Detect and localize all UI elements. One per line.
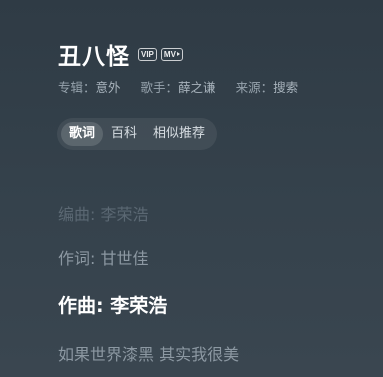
- source-link[interactable]: 搜索: [273, 80, 298, 95]
- vip-badge[interactable]: VIP: [138, 47, 157, 61]
- tab-lyrics[interactable]: 歌词: [61, 122, 104, 146]
- singer-info: 歌手：薛之谦: [141, 77, 216, 96]
- tab-similar-recommend[interactable]: 相似推荐: [145, 122, 213, 146]
- album-label: 专辑：: [58, 80, 96, 95]
- mv-badge-label: MV: [163, 49, 176, 59]
- current-lyric-line: 作曲: 李荣浩: [58, 295, 168, 317]
- detail-tabs: 歌词 百科 相似推荐: [57, 118, 218, 150]
- lyric-line: 作词: 甘世佳: [58, 249, 149, 268]
- lyric-line: 编曲: 李荣浩: [58, 205, 149, 224]
- song-title: 丑八怪: [58, 44, 130, 70]
- play-triangle-icon: [176, 52, 180, 57]
- tab-encyclopedia[interactable]: 百科: [103, 122, 145, 146]
- title-row: 丑八怪 VIP MV: [58, 38, 187, 70]
- singer-link[interactable]: 薛之谦: [178, 80, 216, 95]
- song-meta: 专辑：意外 歌手：薛之谦 来源：搜索: [58, 77, 318, 96]
- song-detail-panel: 丑八怪 VIP MV 专辑：意外 歌手：薛之谦 来源：搜索 歌词 百科 相似推荐…: [0, 0, 383, 377]
- singer-label: 歌手：: [140, 80, 179, 95]
- album-link[interactable]: 意外: [96, 80, 121, 95]
- source-info: 来源：搜索: [236, 77, 299, 96]
- lyric-line: 如果世界漆黑 其实我很美: [58, 345, 240, 364]
- mv-badge[interactable]: MV: [160, 47, 183, 61]
- album-info: 专辑：意外: [58, 77, 121, 96]
- source-label: 来源：: [235, 80, 274, 95]
